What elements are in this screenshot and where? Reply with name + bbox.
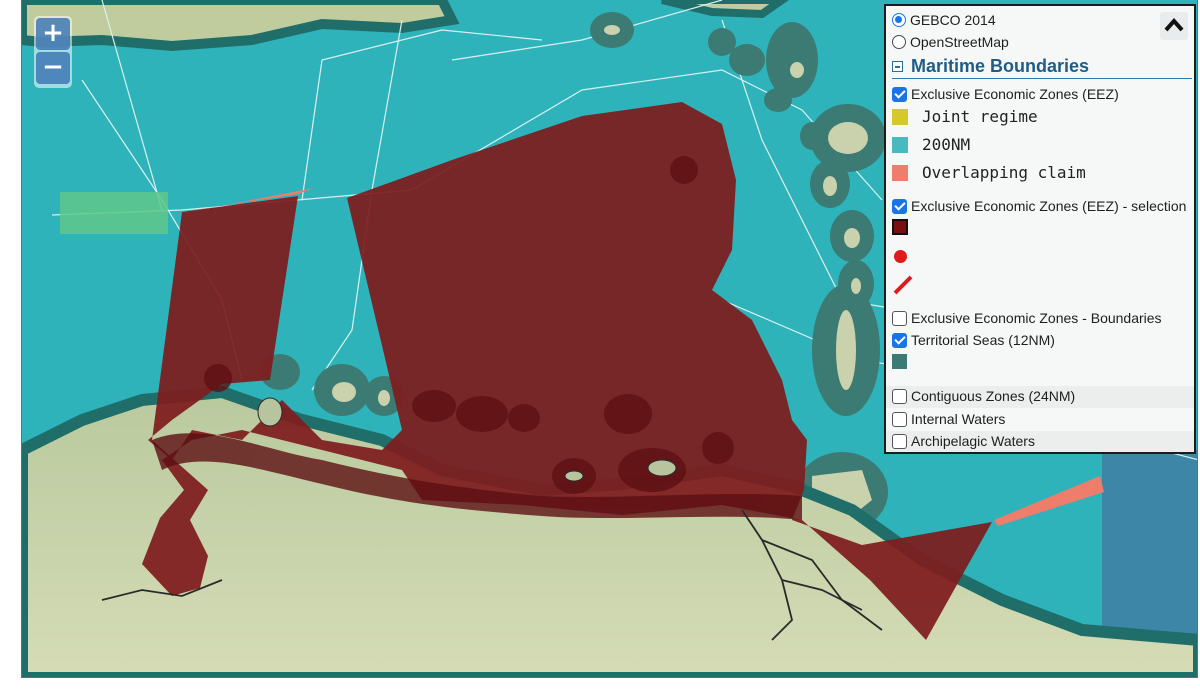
legend-label: Overlapping claim [922,163,1086,182]
layer-eez-boundaries-label: Exclusive Economic Zones - Boundaries [911,310,1162,326]
legend-label: Joint regime [922,107,1038,126]
overlapping-claim-swatch [892,164,908,181]
territorial-seas-swatch [892,354,907,369]
legend-overlapping-claim: Overlapping claim [892,163,1086,182]
zoom-control: + − [34,16,72,88]
basemap-gebco-option[interactable]: GEBCO 2014 [892,12,996,28]
layer-internal-waters-checkbox[interactable] [892,411,907,427]
selection-polygon-swatch [892,219,908,235]
layer-archipelagic-waters-label: Archipelagic Waters [911,433,1035,449]
layer-eez-checkbox[interactable] [892,86,907,102]
layer-eez-selection-label: Exclusive Economic Zones (EEZ) - selecti… [911,198,1187,214]
selection-point-swatch [894,250,907,263]
legend-selection-point [892,250,907,263]
layer-internal-waters[interactable]: Internal Waters [892,411,1005,427]
layer-eez[interactable]: Exclusive Economic Zones (EEZ) [892,86,1119,102]
layer-territorial-seas-checkbox[interactable] [892,332,907,348]
section-title: Maritime Boundaries [911,56,1090,76]
zoom-in-button[interactable]: + [36,18,70,50]
selection-line-swatch [893,275,913,295]
maritime-boundaries-header[interactable]: Maritime Boundaries [892,56,1192,79]
layer-eez-boundaries-checkbox[interactable] [892,310,907,326]
legend-territorial-seas [892,354,907,369]
basemap-osm-label: OpenStreetMap [910,34,1009,50]
layer-territorial-seas-label: Territorial Seas (12NM) [911,332,1055,348]
basemap-gebco-radio[interactable] [892,13,906,27]
legend-joint-regime: Joint regime [892,107,1038,126]
layer-eez-selection-checkbox[interactable] [892,198,907,214]
layer-contiguous-zones[interactable]: Contiguous Zones (24NM) [892,388,1075,404]
collapse-panel-button[interactable] [1160,12,1188,40]
joint-regime-zone [60,192,168,234]
legend-label: 200NM [922,135,971,154]
joint-regime-swatch [892,108,908,125]
zoom-out-button[interactable]: − [36,52,70,84]
layer-archipelagic-waters-checkbox[interactable] [892,433,907,449]
layer-panel: GEBCO 2014 OpenStreetMap Maritime Bounda… [884,4,1196,454]
legend-selection-line [892,274,914,296]
layer-territorial-seas[interactable]: Territorial Seas (12NM) [892,332,1055,348]
collapse-section-icon[interactable] [892,61,903,72]
layer-archipelagic-waters[interactable]: Archipelagic Waters [892,433,1035,449]
layer-internal-waters-label: Internal Waters [911,411,1006,427]
layer-contiguous-zones-label: Contiguous Zones (24NM) [911,388,1076,404]
basemap-gebco-label: GEBCO 2014 [910,12,996,28]
chevron-up-icon [1164,17,1184,32]
legend-selection-polygon [892,219,908,235]
layer-eez-label: Exclusive Economic Zones (EEZ) [911,86,1119,102]
legend-200nm: 200NM [892,135,970,154]
basemap-osm-option[interactable]: OpenStreetMap [892,34,1009,50]
200nm-swatch [892,136,908,153]
layer-eez-boundaries[interactable]: Exclusive Economic Zones - Boundaries [892,310,1162,326]
layer-contiguous-zones-checkbox[interactable] [892,388,907,404]
layer-eez-selection[interactable]: Exclusive Economic Zones (EEZ) - selecti… [892,198,1186,214]
basemap-osm-radio[interactable] [892,35,906,49]
